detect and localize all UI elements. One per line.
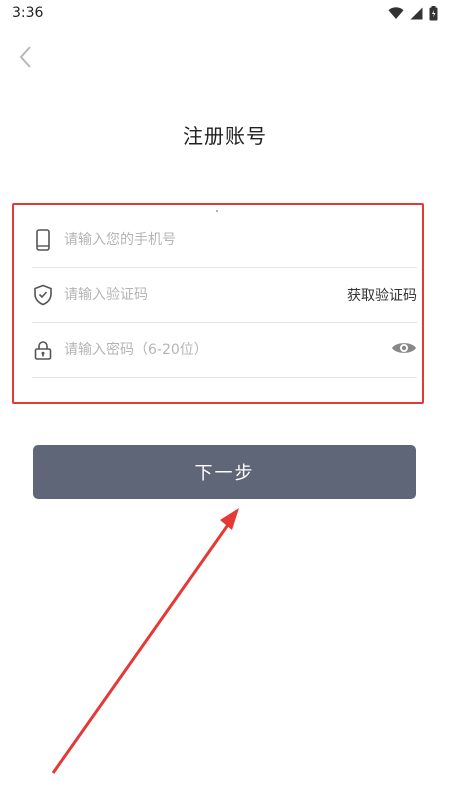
eye-icon (391, 340, 417, 360)
status-bar: 3:36 (0, 0, 450, 26)
next-step-button[interactable]: 下一步 (33, 445, 416, 499)
password-input[interactable] (64, 335, 391, 365)
code-input[interactable] (64, 280, 347, 310)
phone-input[interactable] (64, 225, 417, 255)
wifi-icon (388, 6, 404, 20)
register-screen: 3:36 注册账号 获取验证码 (0, 0, 450, 800)
shield-icon (32, 284, 54, 306)
back-button[interactable] (10, 44, 40, 74)
chevron-left-icon (18, 45, 32, 73)
status-time: 3:36 (12, 5, 44, 21)
signal-icon (410, 7, 423, 20)
phone-row (32, 213, 417, 268)
lock-icon (32, 339, 54, 361)
status-icons (388, 5, 438, 21)
code-row: 获取验证码 (32, 268, 417, 323)
phone-icon (32, 229, 54, 251)
page-title: 注册账号 (183, 124, 267, 148)
get-code-button[interactable]: 获取验证码 (347, 285, 417, 305)
password-visibility-toggle[interactable] (391, 340, 417, 360)
password-row (32, 323, 417, 378)
battery-icon (429, 5, 438, 21)
form-dot (216, 210, 218, 212)
